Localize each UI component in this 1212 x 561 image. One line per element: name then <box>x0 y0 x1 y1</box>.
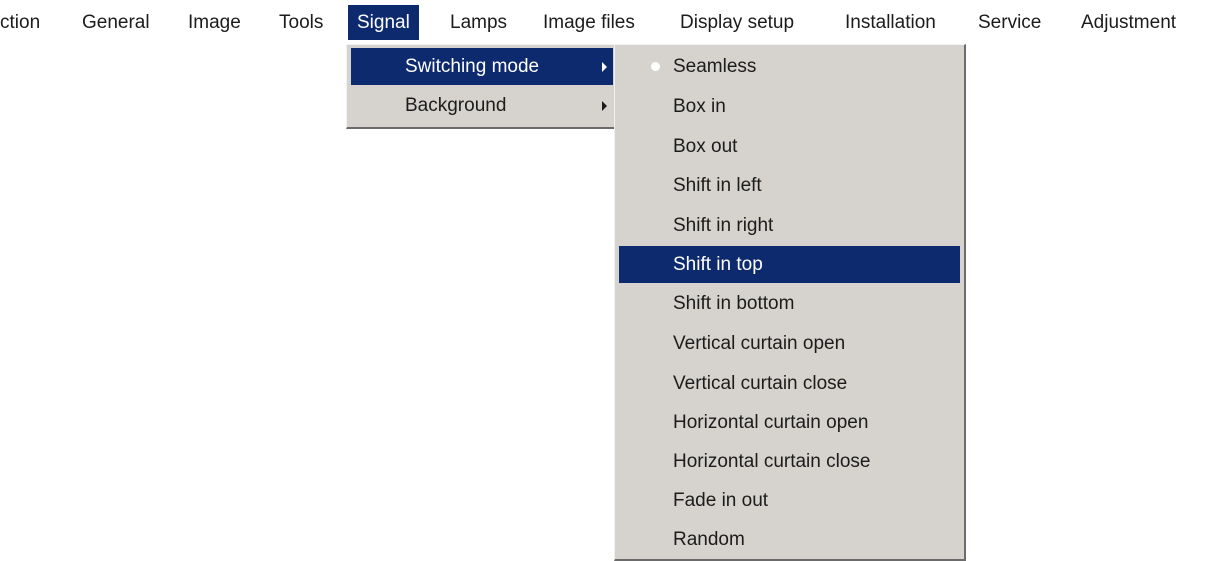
switching-mode-menu: Seamless Box in Box out Shift in left Sh… <box>614 44 966 561</box>
menu-row-label: Fade in out <box>673 490 769 511</box>
menu-item-service[interactable]: Service <box>978 5 1041 40</box>
menu-row-label: Vertical curtain close <box>673 373 848 394</box>
menu-item-lamps[interactable]: Lamps <box>450 5 507 40</box>
menu-row-label: Shift in top <box>673 254 763 275</box>
menu-row-label: Shift in right <box>673 215 774 236</box>
menu-item-tools[interactable]: Tools <box>279 5 323 40</box>
menu-item-display-setup[interactable]: Display setup <box>680 5 794 40</box>
menu-row-horizontal-curtain-open[interactable]: Horizontal curtain open <box>619 404 960 441</box>
menu-row-horizontal-curtain-close[interactable]: Horizontal curtain close <box>619 443 960 480</box>
menu-item-ction[interactable]: ction <box>0 5 40 40</box>
menu-item-image-files[interactable]: Image files <box>543 5 635 40</box>
menu-row-label: Seamless <box>673 56 757 77</box>
menu-row-label: Switching mode <box>405 56 540 77</box>
menu-row-label: Vertical curtain open <box>673 333 846 354</box>
signal-menu: Switching mode Background <box>346 44 616 129</box>
submenu-arrow-icon <box>602 62 607 72</box>
menu-row-label: Horizontal curtain close <box>673 451 871 472</box>
menu-row-box-in[interactable]: Box in <box>619 88 960 125</box>
menu-item-image[interactable]: Image <box>188 5 241 40</box>
menu-row-label: Horizontal curtain open <box>673 412 869 433</box>
menu-row-label: Shift in bottom <box>673 293 795 314</box>
menu-row-label: Shift in left <box>673 175 762 196</box>
menu-item-general[interactable]: General <box>82 5 150 40</box>
menu-row-fade-in-out[interactable]: Fade in out <box>619 482 960 519</box>
menu-row-shift-in-right[interactable]: Shift in right <box>619 207 960 244</box>
menu-item-installation[interactable]: Installation <box>845 5 936 40</box>
menu-row-vertical-curtain-open[interactable]: Vertical curtain open <box>619 325 960 362</box>
menu-item-signal[interactable]: Signal <box>348 5 419 40</box>
menu-row-label: Box in <box>673 96 726 117</box>
menu-row-seamless[interactable]: Seamless <box>619 48 960 85</box>
checked-bullet-icon <box>651 62 660 71</box>
menu-item-adjustment[interactable]: Adjustment <box>1081 5 1176 40</box>
menu-row-label: Random <box>673 529 745 550</box>
menu-row-box-out[interactable]: Box out <box>619 128 960 165</box>
menu-row-shift-in-top[interactable]: Shift in top <box>619 246 960 283</box>
submenu-arrow-icon <box>602 101 607 111</box>
menu-row-switching-mode[interactable]: Switching mode <box>351 48 613 85</box>
menu-row-shift-in-left[interactable]: Shift in left <box>619 167 960 204</box>
menu-row-label: Background <box>405 95 507 116</box>
menu-row-vertical-curtain-close[interactable]: Vertical curtain close <box>619 365 960 402</box>
menu-row-random[interactable]: Random <box>619 521 960 558</box>
menu-row-label: Box out <box>673 136 738 157</box>
menu-row-background[interactable]: Background <box>351 87 613 124</box>
menu-row-shift-in-bottom[interactable]: Shift in bottom <box>619 285 960 322</box>
menu-bar: ction General Image Tools Signal Lamps I… <box>0 0 1212 45</box>
